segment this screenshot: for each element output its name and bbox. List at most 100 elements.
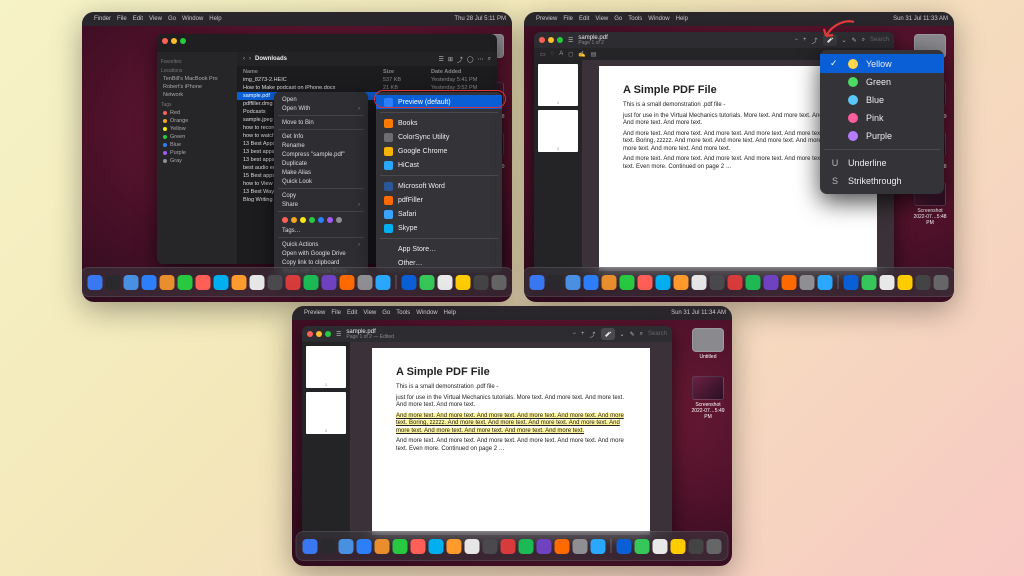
menu-go[interactable]: Go bbox=[382, 310, 390, 316]
dock-app-icon[interactable] bbox=[214, 275, 229, 290]
actions-icon[interactable]: ⋯ bbox=[478, 56, 484, 63]
file-row[interactable]: img_8273-2.HEIC537 KBYesterday 5:41 PM bbox=[237, 76, 497, 84]
dock-app-icon[interactable] bbox=[537, 539, 552, 554]
dock-app-icon[interactable] bbox=[178, 275, 193, 290]
dock-app-icon[interactable] bbox=[764, 275, 779, 290]
dock-app-icon[interactable] bbox=[106, 275, 121, 290]
menu-edit[interactable]: Edit bbox=[133, 16, 143, 22]
menu-file[interactable]: File bbox=[563, 16, 573, 22]
dock-app-icon[interactable] bbox=[196, 275, 211, 290]
menu-go[interactable]: Go bbox=[614, 16, 622, 22]
context-menu-item[interactable]: Duplicate bbox=[274, 159, 368, 168]
dock-app-icon[interactable] bbox=[818, 275, 833, 290]
menu-finder[interactable]: Finder bbox=[94, 16, 111, 22]
open-with-item[interactable]: Preview (default) bbox=[376, 95, 502, 109]
window-controls[interactable] bbox=[307, 331, 331, 337]
menu-view[interactable]: View bbox=[149, 16, 162, 22]
dock-app-icon[interactable] bbox=[617, 539, 632, 554]
open-with-item[interactable]: Microsoft Word bbox=[376, 179, 502, 193]
dock-app-icon[interactable] bbox=[620, 275, 635, 290]
menu-help[interactable]: Help bbox=[676, 16, 688, 22]
dock-app-icon[interactable] bbox=[916, 275, 931, 290]
dock-app-icon[interactable] bbox=[584, 275, 599, 290]
context-menu-item[interactable]: Copy bbox=[274, 191, 368, 200]
menu-window[interactable]: Window bbox=[648, 16, 669, 22]
dock-app-icon[interactable] bbox=[862, 275, 877, 290]
menu-help[interactable]: Help bbox=[209, 16, 221, 22]
dock-app-icon[interactable] bbox=[689, 539, 704, 554]
context-menu-item[interactable]: Quick Actions bbox=[274, 240, 368, 249]
dock-app-icon[interactable] bbox=[124, 275, 139, 290]
view-icon[interactable]: ☰ bbox=[438, 56, 443, 63]
sidebar-item[interactable]: Network bbox=[161, 91, 241, 99]
dock-app-icon[interactable] bbox=[501, 539, 516, 554]
dock-app-icon[interactable] bbox=[268, 275, 283, 290]
dock-app-icon[interactable] bbox=[638, 275, 653, 290]
pdf-viewport[interactable]: A Simple PDF File This is a small demons… bbox=[350, 342, 672, 541]
share-icon[interactable]: ⤴ bbox=[457, 55, 463, 64]
dock-app-icon[interactable] bbox=[376, 275, 391, 290]
sidebar-toggle-icon[interactable]: ☰ bbox=[568, 37, 573, 44]
sidebar-tag[interactable]: Yellow bbox=[161, 125, 241, 133]
menu-preview[interactable]: Preview bbox=[536, 16, 557, 22]
dock-app-icon[interactable] bbox=[322, 275, 337, 290]
file-row[interactable]: How to Make podcast on iPhone.docx21 KBY… bbox=[237, 84, 497, 92]
forward-icon[interactable]: › bbox=[249, 56, 251, 62]
open-with-item[interactable]: Books bbox=[376, 116, 502, 130]
dock-app-icon[interactable] bbox=[232, 275, 247, 290]
dock-app-icon[interactable] bbox=[548, 275, 563, 290]
note-icon[interactable]: ▤ bbox=[591, 51, 597, 58]
sidebar-tag[interactable]: Red bbox=[161, 109, 241, 117]
markup-icon[interactable]: ✎ bbox=[630, 331, 635, 338]
dock-app-icon[interactable] bbox=[393, 539, 408, 554]
share-icon[interactable]: ⤴ bbox=[590, 330, 596, 339]
dock[interactable] bbox=[82, 267, 512, 297]
menu-edit[interactable]: Edit bbox=[579, 16, 589, 22]
sidebar-tag[interactable]: Green bbox=[161, 133, 241, 141]
dock-app-icon[interactable] bbox=[898, 275, 913, 290]
window-controls[interactable] bbox=[157, 34, 497, 48]
highlight-color-item[interactable]: Green bbox=[820, 73, 944, 91]
dock-app-icon[interactable] bbox=[653, 539, 668, 554]
context-menu-item[interactable]: Open with Google Drive bbox=[274, 249, 368, 258]
desktop-screenshot-icon[interactable]: Screenshot 2022-07…5:49 PM bbox=[690, 376, 726, 420]
context-menu-item[interactable]: Quick Look bbox=[274, 177, 368, 186]
menu-edit[interactable]: Edit bbox=[347, 310, 357, 316]
page-thumbnail[interactable]: 2 bbox=[538, 110, 578, 152]
highlight-button[interactable] bbox=[601, 328, 615, 340]
dock-app-icon[interactable] bbox=[530, 275, 545, 290]
dock-app-icon[interactable] bbox=[456, 275, 471, 290]
dock-app-icon[interactable] bbox=[465, 539, 480, 554]
context-menu-item[interactable]: Open With bbox=[274, 104, 368, 113]
dock-app-icon[interactable] bbox=[429, 539, 444, 554]
context-menu-item[interactable]: Share bbox=[274, 200, 368, 209]
dock-app-icon[interactable] bbox=[321, 539, 336, 554]
dock-app-icon[interactable] bbox=[674, 275, 689, 290]
dock-app-icon[interactable] bbox=[438, 275, 453, 290]
dock-app-icon[interactable] bbox=[88, 275, 103, 290]
sign-icon[interactable]: ✍ bbox=[578, 51, 585, 58]
text-icon[interactable]: A bbox=[559, 51, 563, 57]
menu-view[interactable]: View bbox=[363, 310, 376, 316]
page-thumbnail[interactable]: 1 bbox=[538, 64, 578, 106]
window-controls[interactable] bbox=[539, 37, 563, 43]
dock-app-icon[interactable] bbox=[250, 275, 265, 290]
dock-app-icon[interactable] bbox=[519, 539, 534, 554]
sidebar-toggle-icon[interactable]: ☰ bbox=[336, 331, 341, 338]
context-menu-item[interactable]: Make Alias bbox=[274, 168, 368, 177]
highlight-dropdown-icon[interactable]: ⌄ bbox=[620, 331, 625, 338]
dock-app-icon[interactable] bbox=[375, 539, 390, 554]
thumbnail-sidebar[interactable]: 1 2 bbox=[534, 60, 582, 277]
dock-app-icon[interactable] bbox=[160, 275, 175, 290]
search-icon[interactable]: ⌕ bbox=[640, 331, 643, 338]
menu-file[interactable]: File bbox=[331, 310, 341, 316]
highlight-color-item[interactable]: Purple bbox=[820, 127, 944, 145]
dock-app-icon[interactable] bbox=[844, 275, 859, 290]
open-with-submenu[interactable]: Preview (default)BooksColorSync UtilityG… bbox=[376, 92, 502, 273]
context-menu-item[interactable]: Tags… bbox=[274, 226, 368, 235]
search-icon[interactable]: ⌕ bbox=[488, 56, 491, 63]
zoom-in-icon[interactable]: + bbox=[803, 37, 807, 43]
group-icon[interactable]: ⊞ bbox=[448, 56, 453, 63]
dock-app-icon[interactable] bbox=[566, 275, 581, 290]
open-with-item[interactable]: Google Chrome bbox=[376, 144, 502, 158]
